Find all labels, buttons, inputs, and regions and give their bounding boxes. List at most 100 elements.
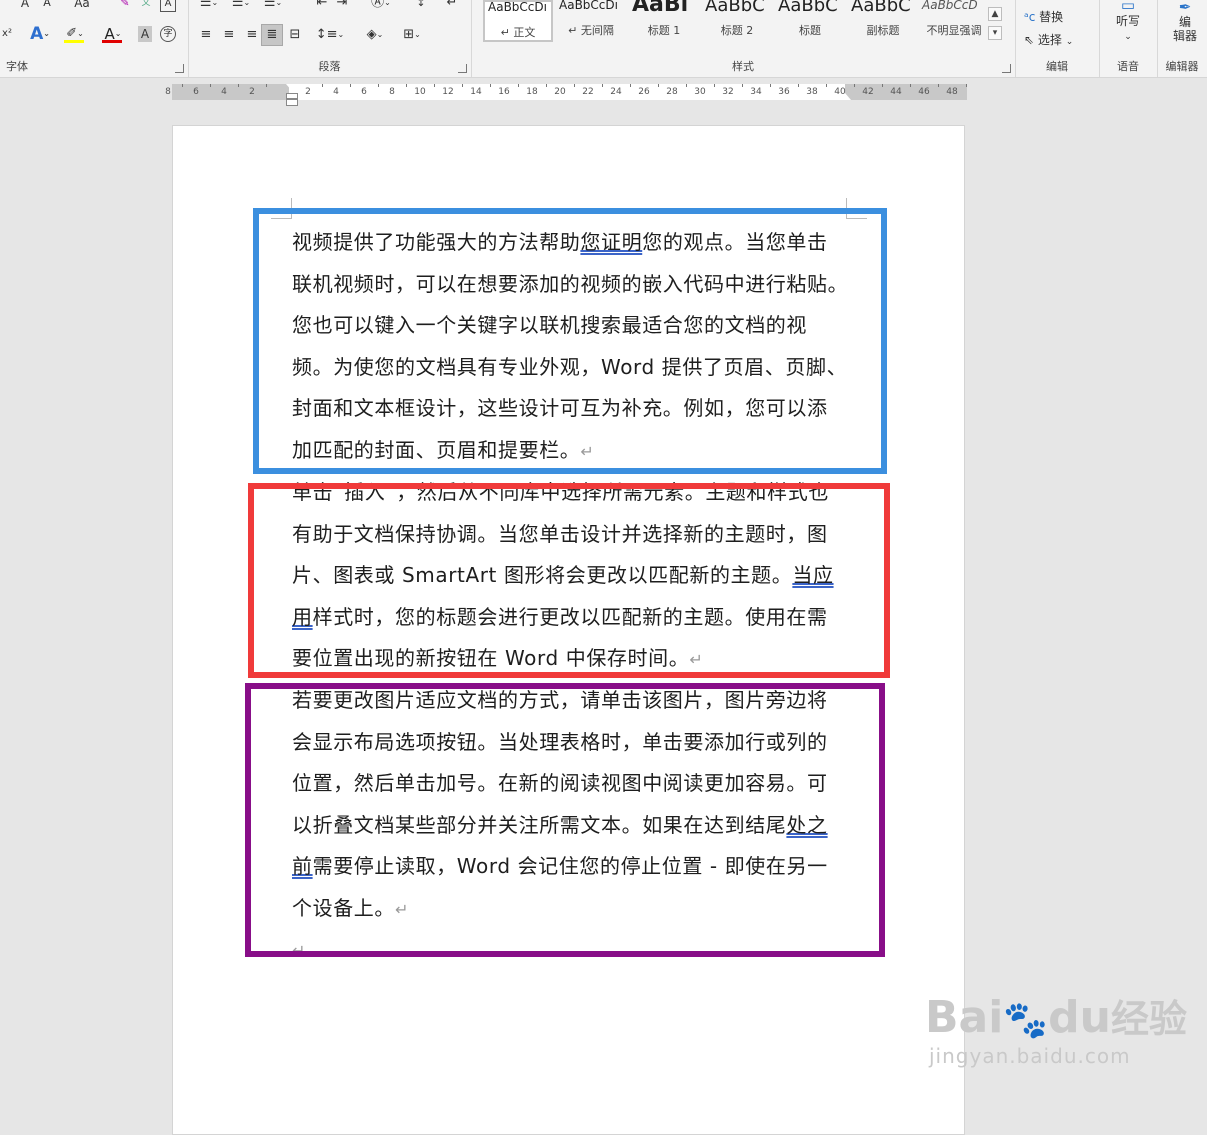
replace-button[interactable]: ᵃc 替换 [1024, 8, 1063, 25]
paragraph-mark: ↵ [292, 941, 307, 960]
style-title[interactable]: AaBbC 标题 [775, 0, 845, 42]
char-shading-button[interactable]: A [138, 26, 152, 42]
enclose-char-button[interactable]: 字 [160, 26, 176, 42]
ruler-tick-mark [350, 84, 351, 87]
pen-icon: ✒ [1178, 0, 1192, 16]
style-normal[interactable]: AaBbCcDı ↵ 正文 [483, 0, 553, 42]
style-sample: AaBbCcDı [488, 0, 547, 14]
grow-font-button[interactable]: A [18, 0, 32, 10]
text-line: 您也可以键入一个关键字以联机搜索最适合您的文档的视 [292, 305, 852, 347]
ruler-tick-mark [602, 84, 603, 87]
font-color-button[interactable]: A ⌄ [100, 25, 126, 43]
text-line: 用样式时，您的标题会进行更改以匹配新的主题。使用在需 [292, 597, 852, 639]
horizontal-ruler[interactable]: 8 6 4 2 2 4 6 8 10 12 14 16 18 20 22 24 26 28 30 32 34 36 38 40… [165, 84, 967, 106]
paragraph-dialog-launcher[interactable] [458, 64, 467, 73]
text-run: 个设备上。 [292, 895, 395, 920]
hanging-indent-box[interactable] [286, 99, 298, 106]
ruler-tick-label: 32 [722, 87, 734, 97]
ribbon: A A Aa ✎ 文 A x² A ⌄ ✐ ⌄ A ⌄ A 字 字体 ☰ ⌄ ☰ ⌄ ☰ ⌄… [0, 0, 1207, 78]
ruler-tick-label: 8 [389, 87, 395, 97]
text-run: 封面和文本框设计，这些设计可互为补充。例如，您可以添 [292, 396, 828, 420]
chinese-layout-button[interactable]: Ⓐ ⌄ [368, 0, 394, 10]
clear-format-icon[interactable]: ✎ [118, 0, 132, 10]
paragraph-1[interactable]: 视频提供了功能强大的方法帮助您证明您的观点。当您单击 联机视频时，可以在想要添加的… [292, 222, 852, 471]
change-case-button[interactable]: Aa [70, 0, 94, 10]
bullets-button[interactable]: ☰ ⌄ [196, 0, 222, 10]
paragraph-mark: ↵ [395, 899, 410, 919]
numbering-button[interactable]: ☰ ⌄ [228, 0, 254, 10]
align-right-button[interactable]: ≡ [242, 25, 262, 45]
grammar-underline-text: 用 [292, 604, 313, 629]
align-center-button[interactable]: ≡ [219, 25, 239, 45]
dictate-button[interactable]: ▭ 听写 ⌄ [1113, 0, 1143, 46]
ruler-tick-mark [966, 84, 967, 87]
justify-button[interactable]: ≣ [261, 24, 283, 46]
ruler-tick-label: 20 [554, 87, 566, 97]
shading-button[interactable]: ◈ ⌄ [360, 25, 390, 45]
style-gallery: AaBbCcDı ↵ 正文 AaBbCcDı ↵ 无间隔 AaBl 标题 1 A… [483, 0, 1003, 44]
chevron-down-icon: ⌄ [1124, 32, 1132, 42]
first-line-indent-marker[interactable] [286, 84, 298, 91]
highlight-color-button[interactable]: ✐ ⌄ [62, 25, 88, 43]
style-heading-2[interactable]: AaBbC 标题 2 [702, 0, 772, 42]
text-run: 以折叠文档某些部分并关注所需文本。如果在达到结尾 [292, 812, 787, 837]
text-line: 以折叠文档某些部分并关注所需文本。如果在达到结尾处之 [292, 805, 852, 847]
ruler-tick-mark [266, 84, 267, 87]
borders-button[interactable]: ⊞ ⌄ [396, 25, 428, 45]
style-no-spacing[interactable]: AaBbCcDı ↵ 无间隔 [556, 0, 626, 42]
margin-corner-top-right [846, 198, 867, 219]
style-subtitle[interactable]: AaBbC 副标题 [848, 0, 918, 42]
char-border-button[interactable]: A [160, 0, 176, 12]
margin-corner-top-left [271, 198, 292, 219]
paragraph-2[interactable]: 单击“插入”，然后从不同库中选择所需元素。主题和样式也 有助于文档保持协调。当您单… [292, 472, 852, 680]
paragraph-group: ☰ ⌄ ☰ ⌄ ☰ ⌄ ⇤ ⇥ Ⓐ ⌄ ↕ ↵ ≡ ≡ ≡ ≣ ⊟ ↕≡ ⌄ ◈ ⌄ ⊞ ⌄ … [188, 0, 472, 77]
baidu-jingyan-watermark: Bai🐾du经验 jingyan.baidu.com [925, 995, 1187, 1069]
text-run: 单击“插入”，然后从不同库中选择所需元素。主题和样式也 [292, 480, 829, 504]
ruler-tick-label: 2 [249, 87, 255, 97]
paragraph-mark: ↵ [689, 650, 704, 669]
shrink-font-button[interactable]: A [40, 0, 54, 10]
style-sample: AaBbCcDı [559, 0, 618, 12]
editor-button[interactable]: ✒ 编 辑器 [1167, 0, 1203, 46]
text-effects-button[interactable]: A ⌄ [28, 25, 52, 43]
style-subtle-emphasis[interactable]: AaBbCcD 不明显强调 [919, 0, 989, 42]
align-left-button[interactable]: ≡ [196, 25, 216, 45]
select-button[interactable]: ⇖ 选择 ⌄ [1024, 31, 1073, 48]
text-line: 频。为使您的文档具有专业外观，Word 提供了页眉、页脚、 [292, 347, 852, 389]
styles-dialog-launcher[interactable] [1002, 64, 1011, 73]
gallery-scroll-up[interactable]: ▲ [988, 7, 1002, 21]
text-run: 会显示布局选项按钮。当处理表格时，单击要添加行或列的 [292, 729, 828, 754]
phonetic-guide-button[interactable]: 文 [140, 0, 152, 10]
paragraph-3[interactable]: 若要更改图片适应文档的方式，请单击该图片，图片旁边将 会显示布局选项按钮。当处理表… [292, 680, 852, 929]
empty-paragraph[interactable]: ↵ [292, 929, 852, 960]
ruler-tick-label: 18 [526, 87, 538, 97]
multilevel-list-button[interactable]: ☰ ⌄ [260, 0, 286, 10]
show-marks-button[interactable]: ↵ [444, 0, 460, 10]
line-spacing-button[interactable]: ↕≡ ⌄ [314, 25, 346, 45]
font-dialog-launcher[interactable] [175, 64, 184, 73]
text-run: 样式时，您的标题会进行更改以匹配新的主题。使用在需 [312, 604, 828, 629]
decrease-indent-button[interactable]: ⇤ [314, 0, 330, 10]
style-name: ↵ 无间隔 [568, 24, 614, 37]
ruler-tick-mark [518, 84, 519, 87]
style-heading-1[interactable]: AaBl 标题 1 [629, 0, 699, 42]
superscript-button[interactable]: x² [0, 26, 14, 42]
distributed-button[interactable]: ⊟ [285, 25, 305, 45]
replace-label: 替换 [1039, 10, 1064, 24]
ruler-tick-mark [658, 84, 659, 87]
right-indent-marker[interactable] [839, 93, 851, 100]
watermark-url: jingyan.baidu.com [929, 1044, 1131, 1068]
watermark-cn: 经验 [1110, 997, 1187, 1041]
style-name: 标题 2 [720, 24, 754, 37]
ruler-tick-mark [826, 84, 827, 87]
text-run: 需要停止读取，Word 会记住您的停止位置 - 即使在另一 [312, 854, 828, 878]
sort-button[interactable]: ↕ [412, 0, 430, 10]
ruler-tick-mark [182, 84, 183, 87]
text-line: 封面和文本框设计，这些设计可互为补充。例如，您可以添 [292, 388, 852, 430]
editor-group: ✒ 编 辑器 编辑器 [1157, 0, 1207, 77]
ruler-tick-mark [742, 84, 743, 87]
ruler-tick-mark [686, 84, 687, 87]
increase-indent-button[interactable]: ⇥ [334, 0, 350, 10]
font-group-label: 字体 [6, 60, 28, 73]
gallery-more-button[interactable]: ▾ [988, 26, 1002, 40]
